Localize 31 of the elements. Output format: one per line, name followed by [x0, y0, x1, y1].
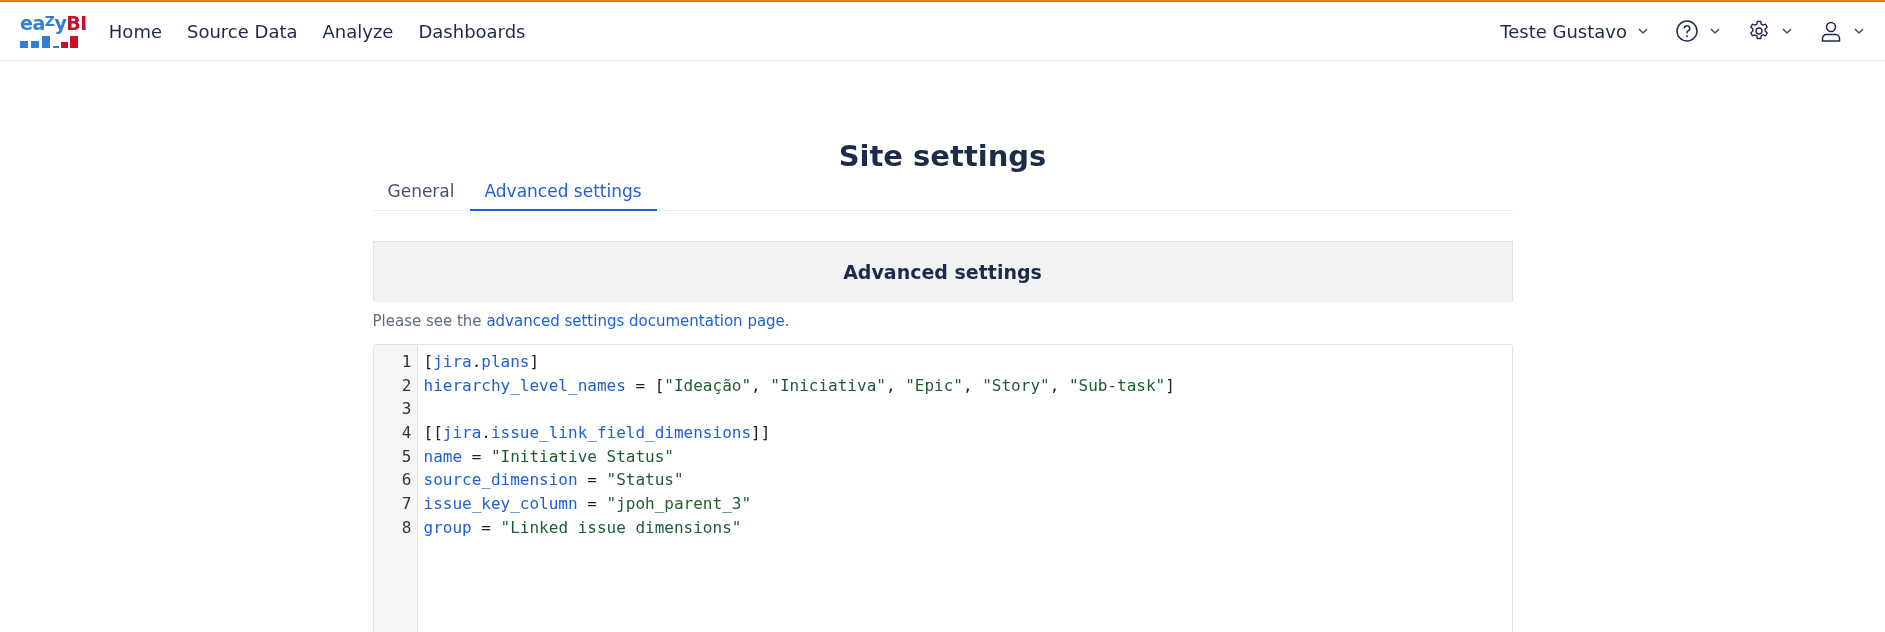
logo-text[interactable]: ea$^{Z}$yBI	[20, 14, 87, 34]
documentation-link[interactable]: advanced settings documentation page.	[486, 312, 790, 330]
tab[interactable]: Advanced settings	[469, 177, 657, 211]
line-number: 4	[400, 422, 413, 445]
nav-link[interactable]: Analyze	[322, 20, 394, 42]
line-number: 3	[400, 398, 413, 421]
logo-bars-icon	[20, 36, 78, 48]
line-number: 2	[400, 374, 413, 397]
tab[interactable]: General	[372, 177, 470, 211]
code-line: group = "Linked issue dimensions"	[423, 517, 742, 537]
account-menu-icon[interactable]	[1819, 19, 1865, 43]
line-number: 5	[400, 445, 413, 468]
page-title: Site settings	[837, 139, 1048, 173]
code-line: [[jira.issue_link_field_dimensions]]	[423, 423, 771, 443]
help-menu-icon[interactable]	[1675, 19, 1721, 43]
nav-link[interactable]: Source Data	[187, 20, 298, 42]
help-text: Please see the advanced settings documentation page.	[372, 312, 791, 330]
code-line: [jira.plans]	[423, 352, 540, 371]
nav-link[interactable]: Home	[108, 20, 162, 42]
user-menu[interactable]: Teste Gustavo	[1500, 20, 1649, 42]
code-line: name = "Initiative Status"	[423, 446, 674, 466]
code-line: issue_key_column = "jpoh_parent_3"	[423, 494, 752, 514]
line-number: 8	[400, 516, 413, 539]
caret-icon	[1637, 27, 1649, 35]
panel-title: Advanced settings	[843, 261, 1042, 283]
line-number: 7	[400, 493, 413, 516]
code-line: hierarchy_level_names = ["Ideação", "Iniciativa", "Epic", "Story", "Sub-task"]	[423, 375, 1175, 395]
line-number: 6	[400, 469, 413, 492]
line-number: 1	[400, 351, 413, 373]
code-line: source_dimension = "Status"	[423, 470, 684, 490]
nav-link[interactable]: Dashboards	[418, 20, 526, 42]
